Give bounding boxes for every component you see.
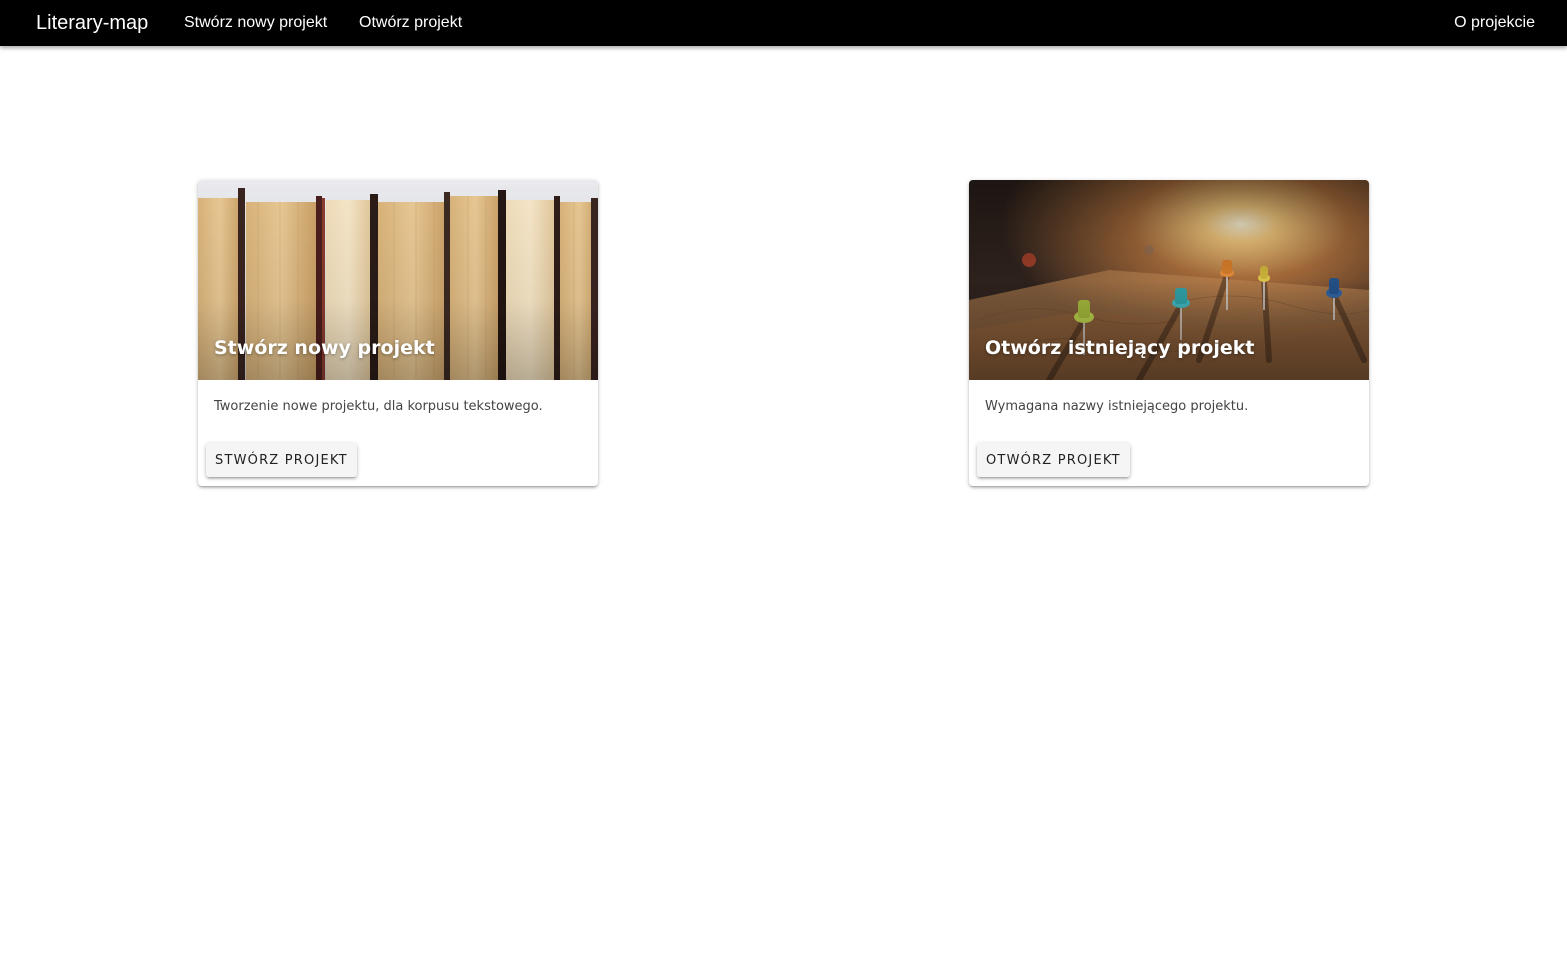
create-card-description: Tworzenie nowe projektu, dla korpusu tek… — [214, 399, 543, 414]
map-pins-image: Otwórz istniejący projekt — [969, 180, 1369, 380]
open-project-button[interactable]: OTWÓRZ PROJEKT — [977, 443, 1130, 477]
open-project-card: Otwórz istniejący projekt Wymagana nazwy… — [969, 180, 1369, 486]
create-card-title: Stwórz nowy projekt — [214, 337, 435, 359]
brand-link[interactable]: Literary-map — [36, 11, 148, 35]
nav-link-new-project[interactable]: Stwórz nowy projekt — [184, 13, 327, 33]
create-project-button[interactable]: STWÓRZ PROJEKT — [206, 443, 357, 477]
open-card-title: Otwórz istniejący projekt — [985, 337, 1255, 359]
top-navbar: Literary-map Stwórz nowy projekt Otwórz … — [0, 0, 1567, 46]
open-card-description: Wymagana nazwy istniejącego projektu. — [985, 399, 1249, 414]
create-project-card: Stwórz nowy projekt Tworzenie nowe proje… — [198, 180, 598, 486]
books-image: Stwórz nowy projekt — [198, 180, 598, 380]
nav-link-about[interactable]: O projekcie — [1454, 13, 1535, 33]
nav-link-open-project[interactable]: Otwórz projekt — [359, 13, 462, 33]
